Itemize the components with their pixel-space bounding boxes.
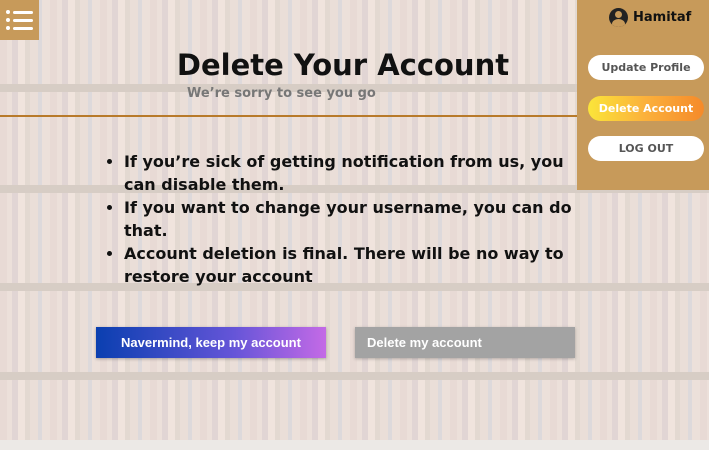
user-profile[interactable]: Hamitaf: [609, 8, 691, 27]
list-item: Account deletion is final. There will be…: [124, 242, 584, 288]
list-item: If you’re sick of getting notification f…: [124, 150, 584, 196]
bottom-strip: [0, 440, 709, 450]
list-menu-icon[interactable]: [0, 0, 39, 40]
update-profile-button[interactable]: Update Profile: [588, 55, 704, 80]
list-item: If you want to change your username, you…: [124, 196, 584, 242]
delete-my-account-button[interactable]: Delete my account: [355, 327, 575, 358]
username: Hamitaf: [633, 10, 692, 25]
page-subtitle: We’re sorry to see you go: [187, 86, 376, 101]
account-side-panel: Hamitaf Update Profile Delete Account LO…: [577, 0, 709, 190]
delete-account-button[interactable]: Delete Account: [588, 96, 704, 121]
logout-button[interactable]: LOG OUT: [588, 136, 704, 161]
page-title: Delete Your Account: [176, 48, 510, 82]
user-avatar-icon: [609, 8, 628, 27]
header-divider: [0, 115, 577, 117]
keep-account-button[interactable]: Navermind, keep my account: [96, 327, 326, 358]
info-list: If you’re sick of getting notification f…: [104, 150, 584, 288]
